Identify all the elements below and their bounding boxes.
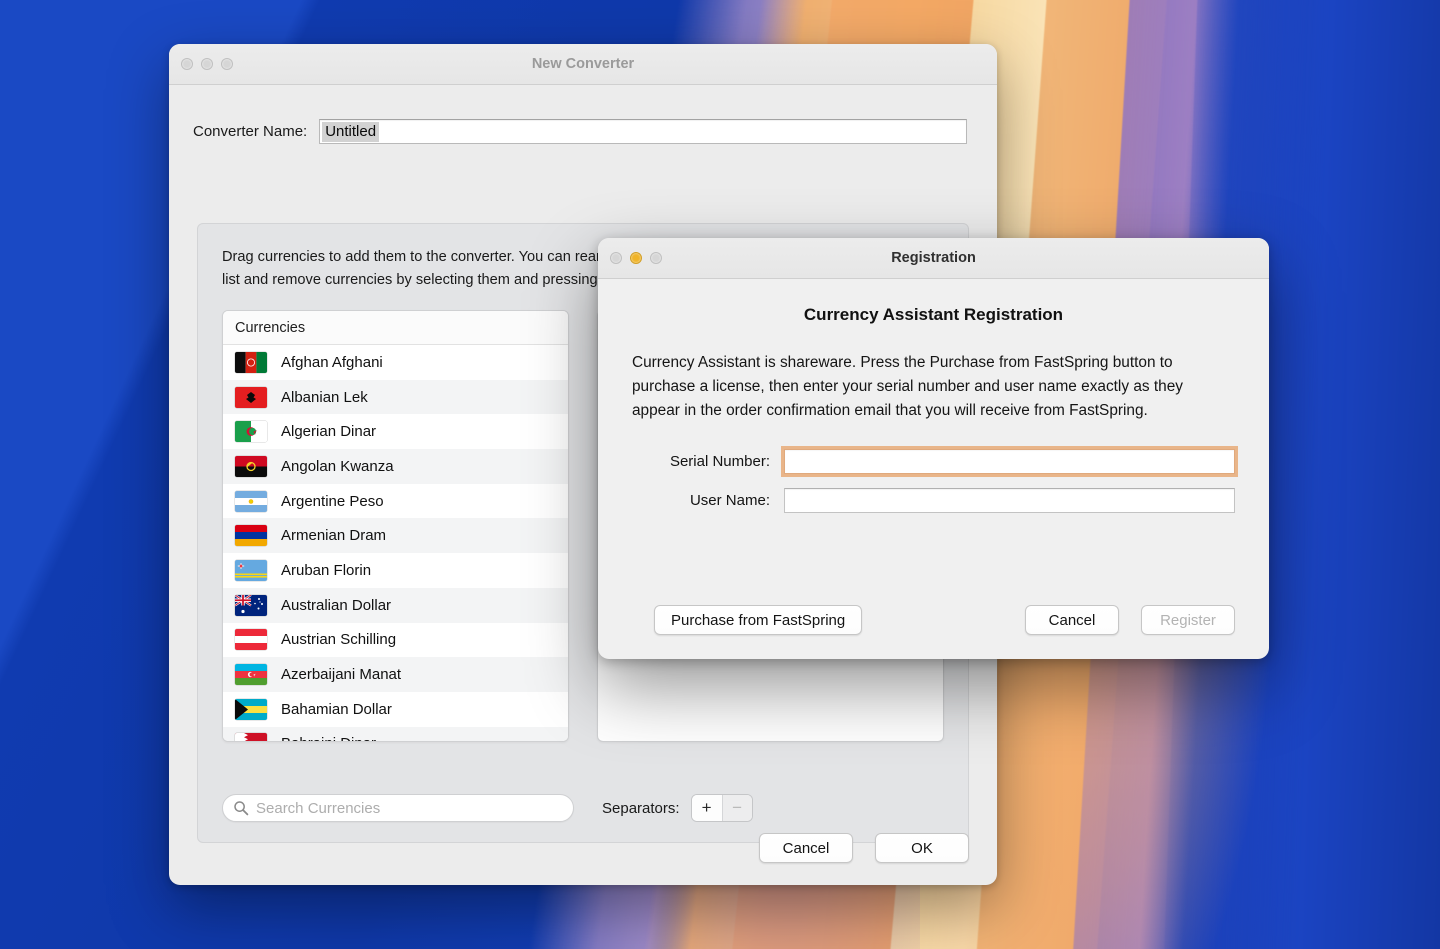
- flag-icon-bahrain: [235, 733, 267, 741]
- list-item-label: Australian Dollar: [281, 596, 392, 614]
- zoom-button[interactable]: [221, 58, 233, 70]
- registration-dialog[interactable]: Registration Currency Assistant Registra…: [598, 238, 1269, 659]
- list-item-label: Argentine Peso: [281, 492, 384, 510]
- search-icon: [233, 800, 249, 816]
- list-item[interactable]: Aruban Florin: [223, 553, 568, 588]
- main-traffic-lights: [181, 58, 233, 70]
- list-item-label: Angolan Kwanza: [281, 457, 394, 475]
- list-item[interactable]: Algerian Dinar: [223, 414, 568, 450]
- serial-number-field[interactable]: [784, 449, 1235, 474]
- flag-icon-bahamas: [235, 698, 267, 720]
- list-item[interactable]: Australian Dollar: [223, 587, 568, 623]
- currencies-list-header: Currencies: [223, 311, 568, 345]
- desktop-background: New Converter Converter Name: Untitled D…: [0, 0, 1440, 949]
- list-item[interactable]: Bahraini Dinar: [223, 726, 568, 741]
- serial-number-row: Serial Number:: [632, 449, 1235, 474]
- registration-heading: Currency Assistant Registration: [803, 305, 1064, 324]
- register-button: Register: [1141, 605, 1235, 635]
- minimize-button[interactable]: [630, 252, 642, 264]
- converter-name-row: Converter Name: Untitled: [193, 85, 997, 144]
- purchase-from-fastspring-button[interactable]: Purchase from FastSpring: [654, 605, 863, 635]
- flag-icon-argentina: [235, 490, 267, 512]
- list-item-label: Algerian Dinar: [281, 423, 377, 441]
- separators-group: Separators: + −: [602, 795, 752, 821]
- main-window-title: New Converter: [531, 56, 635, 72]
- flag-icon-algeria: [235, 421, 267, 443]
- registration-titlebar[interactable]: Registration: [598, 238, 1269, 279]
- registration-window-title: Registration: [891, 250, 976, 266]
- registration-traffic-lights: [610, 252, 662, 264]
- list-item-label: Bahraini Dinar: [281, 735, 376, 741]
- list-item-label: Albanian Lek: [281, 388, 368, 406]
- user-name-field[interactable]: [784, 488, 1235, 513]
- currencies-listbox[interactable]: Currencies Afghan Afghani Albanian Lek A…: [222, 310, 569, 742]
- cancel-button[interactable]: Cancel: [1025, 605, 1119, 635]
- flag-icon-aruba: [235, 559, 267, 581]
- list-item-label: Bahamian Dollar: [281, 700, 392, 718]
- search-placeholder: Search Currencies: [256, 799, 381, 817]
- main-window-titlebar[interactable]: New Converter: [169, 44, 997, 85]
- panel-bottom-controls: Search Currencies Separators: + −: [198, 794, 968, 822]
- add-separator-button[interactable]: +: [691, 795, 722, 821]
- list-item-label: Afghan Afghani: [281, 353, 383, 371]
- list-item[interactable]: Albanian Lek: [223, 379, 568, 415]
- close-button[interactable]: [181, 58, 193, 70]
- list-item[interactable]: Austrian Schilling: [223, 622, 568, 658]
- remove-separator-button: −: [721, 795, 752, 821]
- list-item[interactable]: Bahamian Dollar: [223, 691, 568, 727]
- list-item-label: Azerbaijani Manat: [281, 666, 402, 684]
- serial-number-label: Serial Number:: [669, 453, 770, 470]
- user-name-row: User Name:: [632, 488, 1235, 513]
- flag-icon-afghanistan: [235, 351, 267, 373]
- user-name-label: User Name:: [689, 492, 770, 509]
- registration-description: Currency Assistant is shareware. Press t…: [632, 354, 1183, 419]
- converter-name-input[interactable]: Untitled: [319, 119, 967, 144]
- list-item[interactable]: Afghan Afghani: [223, 345, 568, 380]
- separators-segmented-control[interactable]: + −: [691, 795, 752, 821]
- flag-icon-angola: [235, 455, 267, 477]
- list-item[interactable]: Armenian Dram: [223, 518, 568, 554]
- main-window-footer: Cancel OK: [759, 833, 969, 863]
- cancel-button[interactable]: Cancel: [759, 833, 853, 863]
- converter-name-label: Converter Name:: [193, 123, 308, 140]
- flag-icon-armenia: [235, 525, 267, 547]
- flag-icon-australia: [235, 594, 267, 616]
- converter-name-value: Untitled: [322, 121, 380, 142]
- list-item-label: Austrian Schilling: [281, 631, 397, 649]
- list-item-label: Aruban Florin: [281, 561, 372, 579]
- minimize-button[interactable]: [201, 58, 213, 70]
- flag-icon-azerbaijan: [235, 664, 267, 686]
- close-button[interactable]: [610, 252, 622, 264]
- list-item-label: Armenian Dram: [281, 527, 387, 545]
- registration-body: Currency Assistant Registration Currency…: [598, 279, 1269, 659]
- flag-icon-austria: [235, 629, 267, 651]
- list-item[interactable]: Argentine Peso: [223, 483, 568, 519]
- search-input[interactable]: Search Currencies: [222, 794, 574, 822]
- list-item[interactable]: Azerbaijani Manat: [223, 657, 568, 692]
- registration-footer: Purchase from FastSpring Cancel Register: [632, 605, 1235, 635]
- currencies-rows: Afghan Afghani Albanian Lek Algerian Din…: [223, 345, 568, 741]
- zoom-button[interactable]: [650, 252, 662, 264]
- ok-button[interactable]: OK: [875, 833, 969, 863]
- flag-icon-albania: [235, 386, 267, 408]
- list-item[interactable]: Angolan Kwanza: [223, 449, 568, 484]
- separators-label: Separators:: [602, 799, 680, 817]
